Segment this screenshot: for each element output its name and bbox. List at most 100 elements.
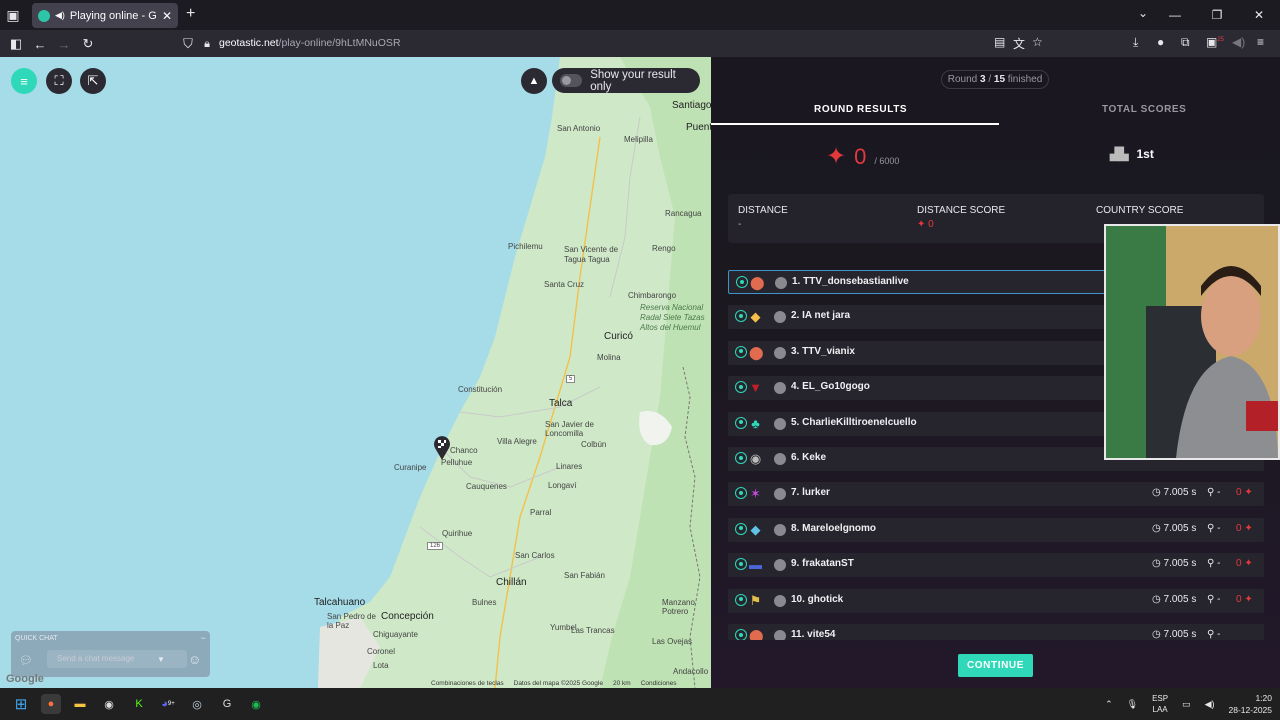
player-name: 6. Keke bbox=[791, 452, 827, 463]
webcam-image bbox=[1106, 226, 1278, 458]
player-name: 3. TTV_vianix bbox=[791, 345, 855, 357]
player-row[interactable]: ⚑ 10. ghotick ◷ 7.005 s ⚲ - 0 ✦ bbox=[728, 588, 1264, 613]
eye-icon[interactable] bbox=[735, 381, 747, 394]
player-name: 2. IA net jara bbox=[791, 310, 851, 322]
eye-icon[interactable] bbox=[735, 310, 747, 323]
player-row[interactable]: ✶ 7. lurker ◷ 7.005 s ⚲ - 0 ✦ bbox=[728, 482, 1264, 507]
player-score-star-icon: ✦ bbox=[1244, 593, 1253, 605]
player-score-value: 0 bbox=[1236, 593, 1242, 605]
tray-overflow-chevron-icon[interactable]: ⌃ bbox=[1105, 699, 1113, 710]
map-footer: Combinaciones de teclas Datos del mapa ©… bbox=[431, 680, 676, 687]
eye-icon[interactable] bbox=[735, 345, 747, 358]
player-score: 0 ✦ bbox=[1236, 487, 1253, 498]
player-score: 0 ✦ bbox=[1236, 558, 1253, 569]
chat-dropdown-icon[interactable]: ▼ bbox=[157, 655, 165, 664]
player-score-star-icon: ✦ bbox=[1244, 522, 1253, 534]
player-time: ◷ 7.005 s bbox=[1152, 593, 1197, 605]
keyboard-shortcuts-link[interactable]: Combinaciones de teclas bbox=[431, 680, 504, 687]
player-avatar-icon: ⬤ bbox=[749, 628, 764, 640]
eye-icon[interactable] bbox=[735, 558, 747, 571]
map-label-lota: Lota bbox=[373, 661, 389, 670]
eye-icon[interactable] bbox=[735, 452, 747, 464]
steam-icon[interactable]: ◎ bbox=[187, 694, 207, 714]
player-flag-icon bbox=[774, 311, 786, 324]
eye-icon[interactable] bbox=[735, 522, 747, 535]
player-flag-icon bbox=[774, 488, 786, 501]
player-name: 8. Mareloelgnomo bbox=[791, 522, 877, 534]
chat-message-input[interactable]: Send a chat message bbox=[47, 650, 187, 668]
spotify-icon[interactable]: ◉ bbox=[246, 694, 266, 714]
player-score-value: 0 bbox=[1236, 558, 1242, 570]
eye-icon[interactable] bbox=[735, 416, 747, 429]
file-explorer-icon[interactable]: ▬ bbox=[70, 694, 90, 714]
obs-icon[interactable]: ◉ bbox=[99, 694, 119, 714]
player-time-value: 7.005 s bbox=[1163, 629, 1197, 640]
chat-placeholder: Send a chat message bbox=[57, 654, 135, 663]
eye-icon[interactable] bbox=[736, 276, 748, 288]
eye-icon[interactable] bbox=[735, 629, 747, 640]
player-flag-icon bbox=[774, 594, 786, 607]
chat-bubble-icon: 💬︎ bbox=[19, 655, 33, 667]
player-score-value: 0 bbox=[1236, 522, 1242, 534]
player-avatar-icon: ⚑ bbox=[749, 592, 762, 608]
clock[interactable]: 1:20 28-12-2025 bbox=[1229, 692, 1272, 716]
player-name: 10. ghotick bbox=[791, 593, 844, 605]
clock-date: 28-12-2025 bbox=[1228, 705, 1272, 715]
player-row[interactable]: ▬ 9. frakatanST ◷ 7.005 s ⚲ - 0 ✦ bbox=[728, 553, 1264, 578]
microphone-icon[interactable]: 🎙︎ bbox=[1127, 699, 1138, 710]
discord-badge: 9+ bbox=[167, 701, 175, 707]
windows-start-icon[interactable]: ⊞ bbox=[11, 694, 31, 714]
player-time-value: 7.005 s bbox=[1163, 558, 1197, 570]
player-list: ⬤ 1. TTV_donsebastianlive ◆ 2. IA net jara ⬤… bbox=[0, 0, 1280, 640]
map-label-coronel: Coronel bbox=[367, 647, 396, 656]
player-avatar-icon: ⬤ bbox=[749, 344, 764, 360]
player-guess-value: - bbox=[1217, 629, 1221, 640]
player-flag-icon bbox=[774, 523, 786, 536]
terms-link[interactable]: Condiciones bbox=[641, 680, 677, 687]
language-indicator[interactable]: ESP LAA bbox=[1152, 693, 1168, 715]
player-time-value: 7.005 s bbox=[1163, 522, 1197, 534]
player-time-value: 7.005 s bbox=[1163, 593, 1197, 605]
speaker-icon[interactable]: ◀) bbox=[1205, 699, 1215, 710]
firefox-icon[interactable]: ● bbox=[41, 694, 61, 714]
webcam-overlay bbox=[1104, 224, 1280, 460]
player-time: ◷ 7.005 s bbox=[1152, 522, 1197, 534]
player-avatar-icon: ◆ bbox=[750, 521, 761, 537]
system-tray: ⌃ 🎙︎ ESP LAA ▭ ◀) 1:20 28-12-2025 bbox=[1105, 692, 1272, 716]
player-time-value: 7.005 s bbox=[1163, 487, 1197, 499]
emoji-icon[interactable]: ☺ bbox=[188, 652, 201, 667]
player-guess: ⚲ - bbox=[1207, 487, 1221, 499]
player-name: 4. EL_Go10gogo bbox=[791, 381, 870, 393]
player-flag-icon bbox=[775, 277, 787, 289]
player-avatar-icon: ◆ bbox=[750, 309, 761, 325]
discord-icon[interactable]: ◕ 9+ bbox=[158, 694, 178, 714]
eye-icon[interactable] bbox=[735, 593, 747, 606]
map-data-credit: Datos del mapa ©2025 Google bbox=[513, 680, 603, 687]
player-avatar-icon: ◉ bbox=[749, 451, 762, 466]
player-score: 0 ✦ bbox=[1236, 523, 1253, 534]
lang-bottom: LAA bbox=[1152, 705, 1168, 714]
clock-time: 1:20 bbox=[1255, 693, 1272, 703]
player-name: 11. vite54 bbox=[791, 629, 836, 640]
player-avatar-icon: ♣ bbox=[751, 415, 760, 431]
player-row[interactable]: ⬤ 11. vite54 ◷ 7.005 s ⚲ - bbox=[728, 624, 1264, 640]
player-guess-value: - bbox=[1217, 558, 1221, 570]
app-icon[interactable]: G bbox=[217, 694, 237, 714]
player-avatar-icon: ⬤ bbox=[750, 275, 765, 290]
player-score-value: 0 bbox=[1236, 487, 1242, 499]
player-name: 9. frakatanST bbox=[791, 558, 854, 570]
continue-button[interactable]: CONTINUE bbox=[958, 654, 1033, 677]
player-row[interactable]: ◆ 8. Mareloelgnomo ◷ 7.005 s ⚲ - 0 ✦ bbox=[728, 517, 1264, 542]
player-score-star-icon: ✦ bbox=[1244, 487, 1253, 499]
network-icon[interactable]: ▭ bbox=[1182, 699, 1191, 710]
player-flag-icon bbox=[774, 417, 786, 430]
player-guess-value: - bbox=[1217, 593, 1221, 605]
player-flag-icon bbox=[774, 559, 786, 572]
player-guess: ⚲ - bbox=[1207, 522, 1221, 534]
kick-icon[interactable]: K bbox=[129, 694, 149, 714]
player-guess: ⚲ - bbox=[1207, 593, 1221, 605]
google-logo: Google bbox=[6, 673, 44, 685]
eye-icon[interactable] bbox=[735, 487, 747, 500]
windows-taskbar: ⊞ ● ▬ ◉ K ◕ 9+ ◎ G ◉ ⌃ 🎙︎ ESP LAA ▭ ◀) 1:… bbox=[0, 688, 1280, 720]
player-time: ◷ 7.005 s bbox=[1152, 629, 1197, 640]
